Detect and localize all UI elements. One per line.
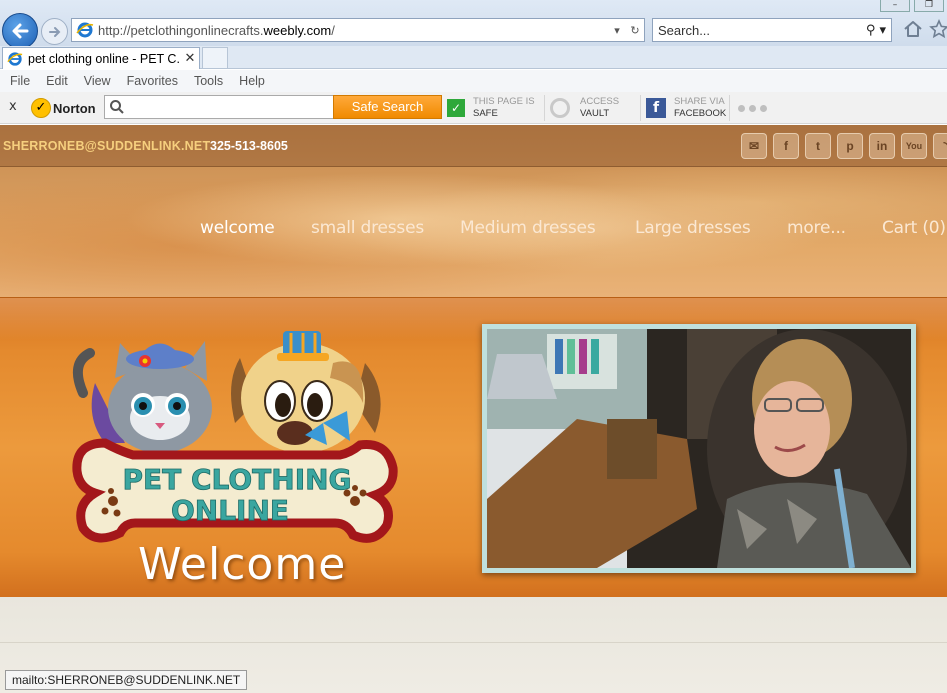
menu-help[interactable]: Help [239, 74, 265, 88]
share-label-bottom: FACEBOOK [674, 108, 727, 119]
search-icon [110, 100, 124, 114]
divider [0, 642, 947, 643]
status-bar-tooltip: mailto:SHERRONEB@SUDDENLINK.NET [5, 670, 248, 690]
menu-tools[interactable]: Tools [194, 74, 223, 88]
checkmark-icon: ✓ [447, 99, 465, 117]
norton-logo: ✓ Norton [31, 98, 96, 118]
minimize-button[interactable]: – [880, 0, 910, 12]
home-icon[interactable] [902, 18, 924, 40]
divider [544, 95, 545, 121]
rss-icon[interactable]: ◝ [933, 133, 947, 159]
menu-favorites[interactable]: Favorites [127, 74, 178, 88]
mail-icon[interactable]: ✉ [741, 133, 767, 159]
divider [640, 95, 641, 121]
norton-brand: Norton [53, 100, 96, 116]
logo-line1: PET CLOTHING [122, 463, 351, 496]
ie-page-icon [76, 22, 94, 38]
back-button[interactable] [2, 13, 38, 49]
contact-bar: SHERRONEB@SUDDENLINK.NET 325-513-8605 ✉ … [0, 125, 947, 167]
menu-file[interactable]: File [10, 74, 30, 88]
norton-close-button[interactable]: x [9, 99, 17, 114]
refresh-icon[interactable]: ↻ [626, 24, 644, 37]
maximize-button[interactable]: ❐ [914, 0, 944, 12]
nav-large-dresses[interactable]: Large dresses [635, 218, 751, 238]
chevron-down-icon[interactable]: ▾ [608, 24, 626, 37]
menu-edit[interactable]: Edit [46, 74, 68, 88]
favorites-star-icon[interactable] [928, 18, 947, 40]
close-tab-icon[interactable]: ✕ [181, 51, 199, 66]
facebook-icon: f [646, 98, 666, 118]
search-icon[interactable]: ⚲ ▾ [861, 23, 891, 38]
nav-more[interactable]: more... [787, 218, 846, 238]
tab-title: pet clothing online - PET C... [28, 51, 181, 66]
norton-access-vault[interactable]: ACCESS VAULT [550, 95, 619, 121]
browser-search-box[interactable]: Search... ⚲ ▾ [652, 18, 892, 42]
photo-image [487, 329, 911, 568]
welcome-banner: PET CLOTHING ONLINE Welcome [0, 297, 947, 597]
twitter-icon[interactable]: t [805, 133, 831, 159]
vault-label-top: ACCESS [580, 96, 620, 107]
page-safe-label-bottom: SAFE [473, 108, 498, 119]
address-bar[interactable]: http://petclothingonlinecrafts.weebly.co… [71, 18, 645, 42]
tab-strip: pet clothing online - PET C... ✕ [0, 46, 947, 69]
nav-cart[interactable]: Cart (0) [882, 218, 946, 238]
contact-phone: 325-513-8605 [210, 139, 288, 153]
linkedin-icon[interactable]: in [869, 133, 895, 159]
arrow-left-icon [12, 23, 29, 39]
browser-address-row: http://petclothingonlinecrafts.weebly.co… [0, 0, 947, 49]
arrow-right-icon [48, 26, 60, 37]
nav-welcome[interactable]: welcome [200, 218, 275, 238]
tab-active[interactable]: pet clothing online - PET C... ✕ [2, 47, 200, 69]
norton-share-facebook[interactable]: f SHARE VIA FACEBOOK [646, 95, 726, 121]
norton-toolbar: x ✓ Norton Safe Search ✓ THIS PAGE IS SAF… [0, 92, 947, 124]
bone-sign: PET CLOTHING ONLINE [72, 438, 398, 543]
menu-view[interactable]: View [84, 74, 111, 88]
nav-small-dresses[interactable]: small dresses [311, 218, 424, 238]
dog-illustration [231, 331, 381, 453]
ie-tab-icon [7, 51, 23, 66]
youtube-icon[interactable]: You [901, 133, 927, 159]
forward-button[interactable] [41, 18, 68, 45]
facebook-icon[interactable]: f [773, 133, 799, 159]
vault-icon [550, 98, 570, 118]
logo-line2: ONLINE [171, 494, 289, 527]
new-tab-button[interactable] [202, 47, 228, 68]
norton-page-safe[interactable]: ✓ THIS PAGE IS SAFE [447, 95, 535, 121]
page-safe-label-top: THIS PAGE IS [473, 96, 535, 107]
safe-search-button[interactable]: Safe Search [333, 95, 442, 119]
pinterest-icon[interactable]: p [837, 133, 863, 159]
vault-label-bottom: VAULT [580, 108, 610, 119]
welcome-photo [482, 324, 916, 573]
share-label-top: SHARE VIA [674, 96, 725, 107]
site-nav: welcome small dresses Medium dresses Lar… [0, 218, 947, 242]
welcome-heading: Welcome [138, 539, 347, 590]
norton-check-icon: ✓ [31, 98, 51, 118]
pet-clothing-logo: PET CLOTHING ONLINE [72, 331, 398, 543]
contact-email-link[interactable]: SHERRONEB@SUDDENLINK.NET [3, 139, 210, 153]
nav-medium-dresses[interactable]: Medium dresses [460, 218, 596, 238]
search-placeholder: Search... [658, 22, 711, 38]
menu-bar: File Edit View Favorites Tools Help [0, 70, 947, 92]
cat-illustration [72, 341, 212, 453]
divider [729, 95, 730, 121]
more-options-icon[interactable] [738, 105, 767, 112]
url-text[interactable]: http://petclothingonlinecrafts.weebly.co… [98, 23, 608, 38]
norton-search-input[interactable] [104, 95, 334, 119]
page-content: SHERRONEB@SUDDENLINK.NET 325-513-8605 ✉ … [0, 125, 947, 693]
